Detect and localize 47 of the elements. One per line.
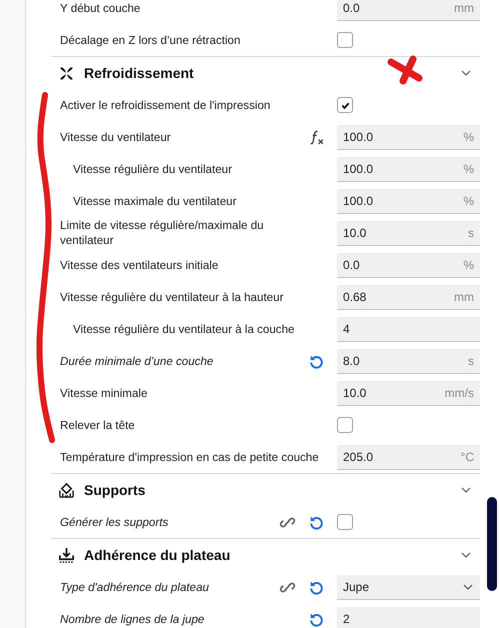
setting-label: Température d'impression en cas de petite couche: [60, 450, 319, 464]
number-field[interactable]: 10.0 s: [337, 220, 480, 246]
setting-label: Vitesse régulière du ventilateur à la hauteur: [60, 290, 284, 304]
setting-label: Générer les supports: [60, 514, 170, 530]
setting-label: Durée minimale d’une couche: [60, 354, 214, 368]
setting-label: Y début couche: [60, 0, 142, 16]
section-header[interactable]: Supports: [51, 473, 480, 506]
number-field[interactable]: 100.0 %: [337, 156, 480, 182]
number-field[interactable]: 0.0 mm: [337, 0, 480, 20]
number-field[interactable]: 2: [337, 606, 480, 628]
number-field[interactable]: 100.0 %: [337, 188, 480, 214]
setting-label: Vitesse régulière du ventilateur: [72, 162, 233, 176]
cross-stroke: [388, 56, 422, 84]
setting-label: Vitesse régulière du ventilateur à la couche: [72, 322, 296, 336]
number-field[interactable]: 0.0 %: [337, 252, 480, 278]
reset-icon[interactable]: [308, 578, 325, 596]
number-field[interactable]: 10.0 mm/s: [337, 380, 480, 406]
setting-label: Vitesse du ventilateur: [60, 130, 172, 144]
tray-download-icon: [58, 546, 75, 564]
number-field[interactable]: 4: [337, 316, 480, 342]
setting-label: Décalage en Z lors d’une rétraction: [60, 32, 242, 48]
setting-label: Type d'adhérence du plateau: [60, 580, 210, 594]
checkbox[interactable]: [337, 32, 353, 48]
setting-label: Limite de vitesse régulière/maximale du ventilateur: [60, 218, 265, 248]
number-field[interactable]: 8.0 s: [337, 348, 480, 374]
number-field[interactable]: 0.68 mm: [337, 284, 480, 310]
scrollbar-thumb[interactable]: [487, 497, 497, 591]
section-header[interactable]: Refroidissement: [51, 56, 480, 89]
support-icon: [58, 482, 75, 498]
checkbox[interactable]: [337, 417, 353, 433]
setting-label: Relever la tête: [60, 418, 136, 432]
reset-icon[interactable]: [308, 610, 325, 628]
checkbox[interactable]: [337, 514, 353, 530]
checkbox[interactable]: [337, 97, 353, 113]
section-header[interactable]: Adhérence du plateau: [51, 538, 480, 571]
fan-icon: [58, 64, 75, 82]
setting-label: Vitesse maximale du ventilateur: [72, 194, 238, 208]
reset-icon[interactable]: [308, 352, 325, 370]
number-field[interactable]: 205.0 °C: [337, 444, 480, 470]
setting-label: Vitesse des ventilateurs initiale: [60, 258, 220, 272]
dropdown[interactable]: Jupe: [337, 574, 480, 600]
setting-label: Vitesse minimale: [60, 386, 148, 400]
number-field[interactable]: 100.0 %: [337, 124, 480, 150]
formula-icon[interactable]: [308, 128, 325, 146]
setting-label: Activer le refroidissement de l'impression: [60, 98, 272, 112]
reset-icon[interactable]: [308, 514, 325, 530]
setting-label: Nombre de lignes de la jupe: [60, 612, 206, 626]
